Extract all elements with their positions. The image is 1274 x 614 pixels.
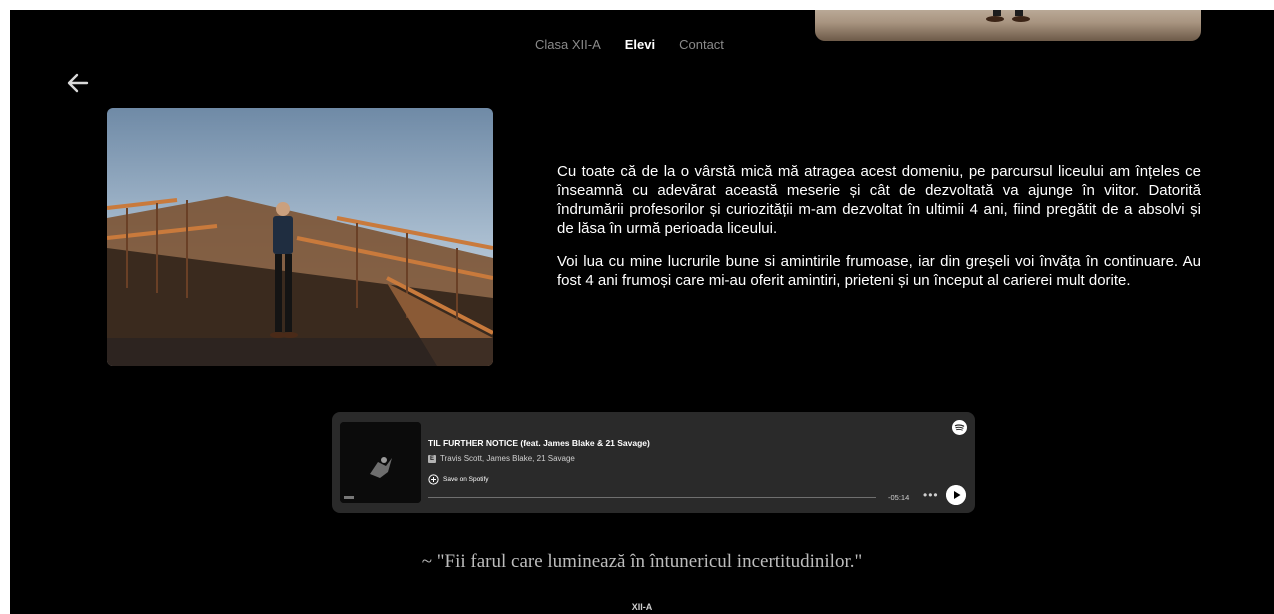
legs-shoes-image: [986, 10, 1030, 22]
album-cover[interactable]: [340, 422, 421, 503]
header-photo: [815, 10, 1201, 41]
student-bio: Cu toate că de la o vârstă mică mă atrag…: [557, 162, 1201, 304]
save-on-spotify-button[interactable]: Save on Spotify: [428, 474, 489, 485]
song-title[interactable]: TIL FURTHER NOTICE (feat. James Blake & …: [428, 438, 650, 448]
bio-paragraph: Cu toate că de la o vârstă mică mă atrag…: [557, 163, 1201, 237]
arrow-left-icon[interactable]: [65, 70, 91, 96]
nav-link-elevi[interactable]: Elevi: [625, 37, 655, 52]
quote: ~ "Fii farul care luminează în întuneric…: [421, 551, 863, 572]
nav-link-clasa[interactable]: Clasa XII-A: [535, 37, 601, 52]
progress-bar[interactable]: [428, 497, 876, 498]
spotify-logo-icon[interactable]: [952, 420, 967, 435]
artists-row: E Travis Scott, James Blake, 21 Savage: [428, 454, 575, 463]
nav-link-contact[interactable]: Contact: [679, 37, 724, 52]
save-label: Save on Spotify: [443, 476, 489, 483]
explicit-badge: E: [428, 454, 436, 463]
student-photo: [107, 108, 493, 366]
more-icon[interactable]: •••: [923, 488, 939, 502]
footer-class-label: XII-A: [631, 602, 653, 612]
time-remaining: -05:14: [888, 493, 910, 502]
artist-names[interactable]: Travis Scott, James Blake, 21 Savage: [440, 454, 575, 463]
plus-circle-icon: [428, 474, 439, 485]
page: Clasa XII-A Elevi Contact Cu toate că de…: [10, 10, 1274, 614]
top-nav: Clasa XII-A Elevi Contact: [535, 37, 724, 52]
bio-paragraph: Voi lua cu mine lucrurile bune si aminti…: [557, 253, 1201, 289]
spotify-player: TIL FURTHER NOTICE (feat. James Blake & …: [332, 412, 975, 513]
play-icon[interactable]: [946, 485, 966, 505]
